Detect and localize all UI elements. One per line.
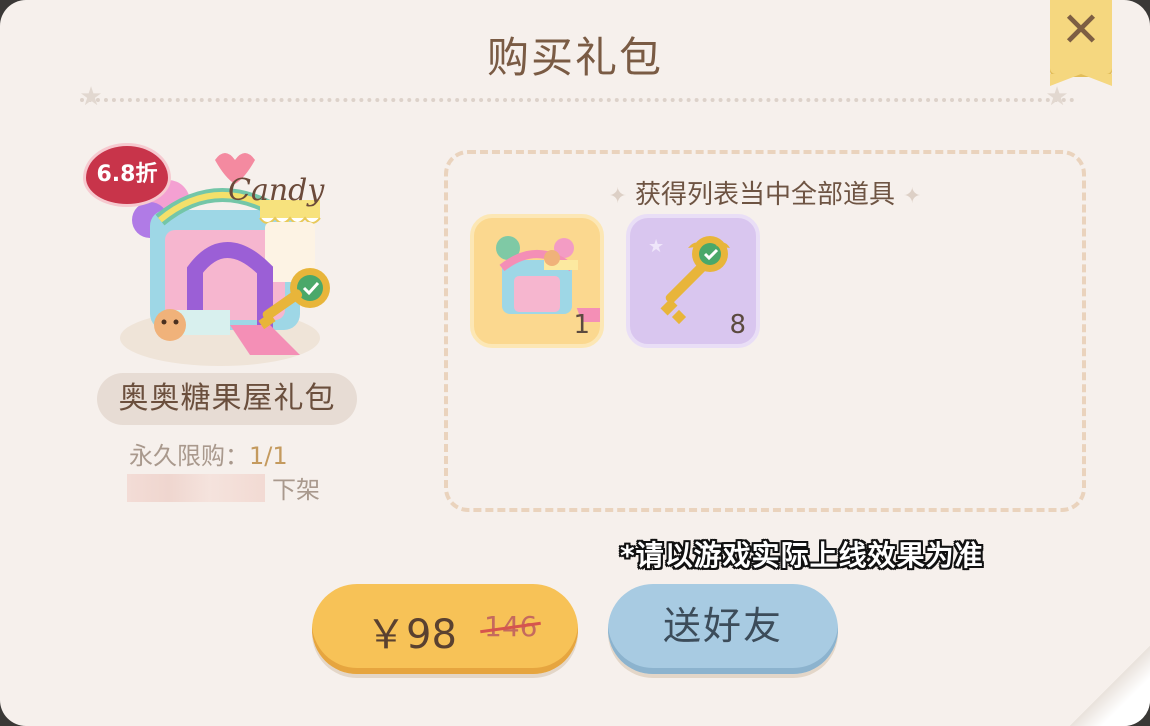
page-curl-decoration [1070, 646, 1150, 726]
rewards-title-text: 获得列表当中全部道具 [634, 180, 895, 210]
package-name: 奥奥糖果屋礼包 [97, 373, 357, 425]
close-icon: ✕ [1060, 2, 1102, 58]
purchase-pack-dialog: 购买礼包 ★ ★ ✕ Candy 6.8折 奥奥糖果屋礼包 永久限购：1/1 下… [0, 0, 1150, 726]
close-button[interactable]: ✕ [1050, 0, 1112, 86]
rewards-title: ✦ 获得列表当中全部道具 ✦ [448, 174, 1082, 211]
gift-to-friend-button[interactable]: 送好友 [608, 584, 838, 674]
rewards-panel: ✦ 获得列表当中全部道具 ✦ 1 ★ 8 [444, 150, 1086, 512]
current-price: ￥98 [366, 612, 457, 658]
purchase-limit: 永久限购：1/1 [129, 436, 288, 471]
item-count: 8 [729, 310, 746, 340]
discount-badge: 6.8折 [86, 146, 168, 204]
offshelf-label: 下架 [272, 476, 320, 504]
reward-item-golden-key[interactable]: ★ 8 [626, 214, 760, 348]
disclaimer-text: *请以游戏实际上线效果为准 [620, 539, 984, 572]
offshelf-date-redacted [127, 474, 265, 502]
svg-text:★: ★ [648, 236, 664, 257]
title-divider [80, 98, 1075, 102]
buy-button[interactable]: ￥98 146 [312, 584, 578, 674]
limit-label: 永久限购： [129, 442, 249, 470]
reward-item-candy-house[interactable]: 1 [470, 214, 604, 348]
star-icon: ★ [79, 82, 103, 112]
sparkle-icon: ✦ [608, 184, 627, 209]
dialog-title: 购买礼包 [486, 33, 663, 82]
sparkle-icon: ✦ [903, 184, 922, 209]
item-count: 1 [573, 310, 590, 340]
star-icon: ★ [1045, 82, 1069, 112]
svg-text:Candy: Candy [228, 173, 325, 208]
original-price: 146 [484, 610, 538, 643]
limit-value: 1/1 [249, 442, 288, 470]
